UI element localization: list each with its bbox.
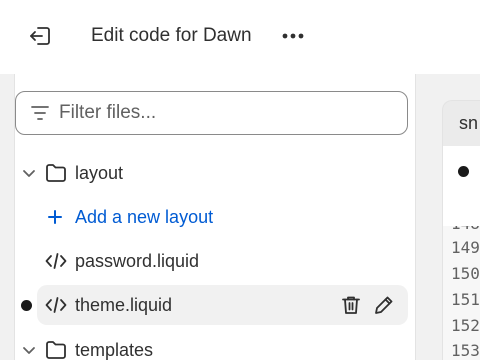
plus-icon (48, 210, 62, 224)
filter-box[interactable] (15, 91, 408, 135)
folder-layout-label: layout (75, 162, 124, 183)
line-number: 149 (451, 238, 480, 257)
add-layout-label: Add a new layout (75, 206, 214, 227)
file-theme-liquid[interactable]: theme.liquid (37, 285, 408, 325)
chevron-down-icon[interactable] (21, 342, 37, 358)
left-gutter (0, 74, 14, 360)
add-layout-button[interactable]: Add a new layout (15, 197, 408, 237)
delete-icon[interactable] (340, 294, 362, 316)
folder-icon (46, 164, 66, 182)
line-number: 148 (451, 226, 480, 233)
file-sidebar: layout Add a new layout password.liquid … (14, 74, 416, 360)
filter-files-input[interactable] (59, 102, 379, 124)
editor-tab[interactable]: sn (442, 100, 480, 146)
file-theme-label: theme.liquid (75, 294, 173, 315)
code-icon (45, 253, 67, 269)
line-number: 153 (451, 341, 480, 360)
exit-icon (30, 27, 50, 45)
rename-pencil-icon[interactable] (373, 294, 395, 316)
top-bar: Edit code for Dawn (0, 0, 480, 74)
more-actions-button[interactable] (280, 24, 306, 48)
editor-tab-label: sn (459, 113, 479, 133)
folder-icon (46, 341, 66, 359)
line-number: 150 (451, 264, 480, 283)
code-icon (45, 297, 67, 313)
folder-templates-label: templates (75, 339, 154, 360)
line-gutter: 148 149 150 151 152 153 (442, 226, 480, 360)
unsaved-indicator (21, 300, 32, 311)
tab-unsaved-indicator (458, 166, 469, 177)
folder-layout[interactable]: layout (15, 153, 408, 193)
exit-button[interactable] (27, 24, 53, 48)
filter-icon (28, 101, 52, 125)
ellipsis-icon (282, 33, 304, 39)
page-title: Edit code for Dawn (91, 25, 252, 46)
chevron-down-icon[interactable] (21, 165, 37, 181)
folder-templates[interactable]: templates (15, 330, 408, 360)
line-number: 151 (451, 290, 480, 309)
editor-tab-panel (442, 146, 480, 226)
file-password-liquid[interactable]: password.liquid (15, 241, 408, 281)
file-password-label: password.liquid (75, 250, 200, 271)
line-number: 152 (451, 316, 480, 335)
